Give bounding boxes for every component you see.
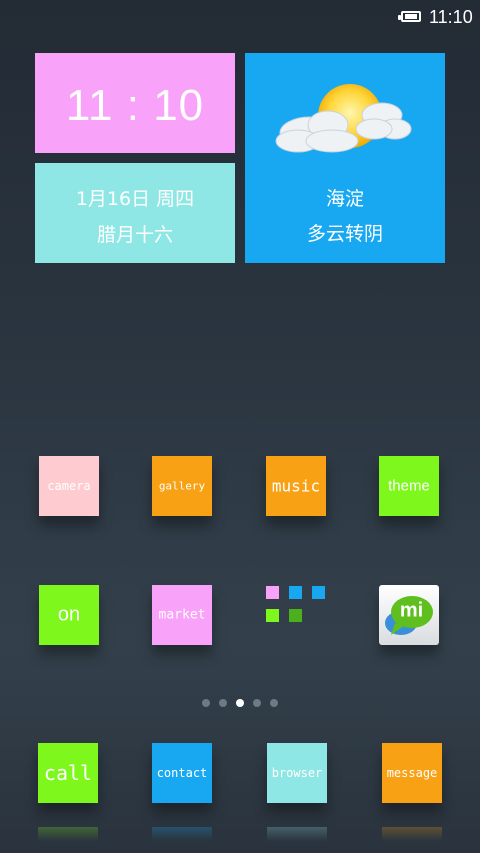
date-gregorian: 1月16日 周四	[75, 188, 195, 210]
weather-city: 海淀	[325, 188, 364, 210]
folder-mini-app-4	[266, 609, 279, 622]
market-app-icon[interactable]: market	[152, 585, 212, 645]
page-dot-1[interactable]	[202, 699, 210, 707]
on-app-icon[interactable]: on	[39, 585, 99, 645]
folder-mini-app-2	[289, 586, 302, 599]
partly-cloudy-icon	[275, 84, 412, 153]
camera-app-icon[interactable]: camera	[39, 456, 99, 516]
date-widget[interactable]: 1月16日 周四 腊月十六	[35, 163, 235, 263]
status-bar: 11:10	[0, 0, 480, 34]
weather-widget[interactable]: 海淀 多云转阴	[245, 53, 445, 263]
music-app-icon[interactable]: music	[266, 456, 326, 516]
clock-time: 11 : 10	[65, 81, 205, 130]
dock-reflection	[382, 827, 442, 841]
call-app-icon[interactable]: call	[38, 743, 98, 803]
app-label-browser: browser	[271, 766, 323, 780]
mi-talk-icon[interactable]: mi	[379, 585, 439, 645]
message-app-icon[interactable]: message	[382, 743, 442, 803]
page-dot-5[interactable]	[270, 699, 278, 707]
app-label-message: message	[386, 766, 438, 780]
dock-reflection	[267, 827, 327, 841]
page-dot-3[interactable]	[236, 699, 244, 707]
status-time: 11:10	[429, 7, 473, 27]
weather-condition: 多云转阴	[306, 223, 383, 245]
app-label-gallery: gallery	[158, 479, 206, 493]
contact-app-icon[interactable]: contact	[152, 743, 212, 803]
app-label-theme: theme	[388, 477, 430, 495]
mi-icon-text: mi	[399, 599, 424, 622]
gallery-app-icon[interactable]: gallery	[152, 456, 212, 516]
folder-mini-app-3	[312, 586, 325, 599]
app-label-on: on	[57, 603, 81, 626]
folder-mini-app-5	[289, 609, 302, 622]
date-lunar: 腊月十六	[96, 224, 173, 246]
page-dot-4[interactable]	[253, 699, 261, 707]
dock-reflection	[38, 827, 98, 841]
app-label-call: call	[43, 761, 93, 785]
browser-app-icon[interactable]: browser	[267, 743, 327, 803]
battery-full-icon	[398, 11, 421, 22]
app-label-contact: contact	[156, 766, 208, 780]
app-label-music: music	[271, 476, 321, 496]
clock-widget[interactable]: 11 : 10	[35, 53, 235, 153]
theme-app-icon[interactable]: theme	[379, 456, 439, 516]
app-label-market: market	[158, 607, 206, 623]
folder-icon[interactable]	[262, 583, 328, 627]
folder-mini-app-1	[266, 586, 279, 599]
page-dot-2[interactable]	[219, 699, 227, 707]
app-label-camera: camera	[47, 479, 91, 493]
dock-reflection	[152, 827, 212, 841]
page-indicator	[0, 699, 480, 709]
